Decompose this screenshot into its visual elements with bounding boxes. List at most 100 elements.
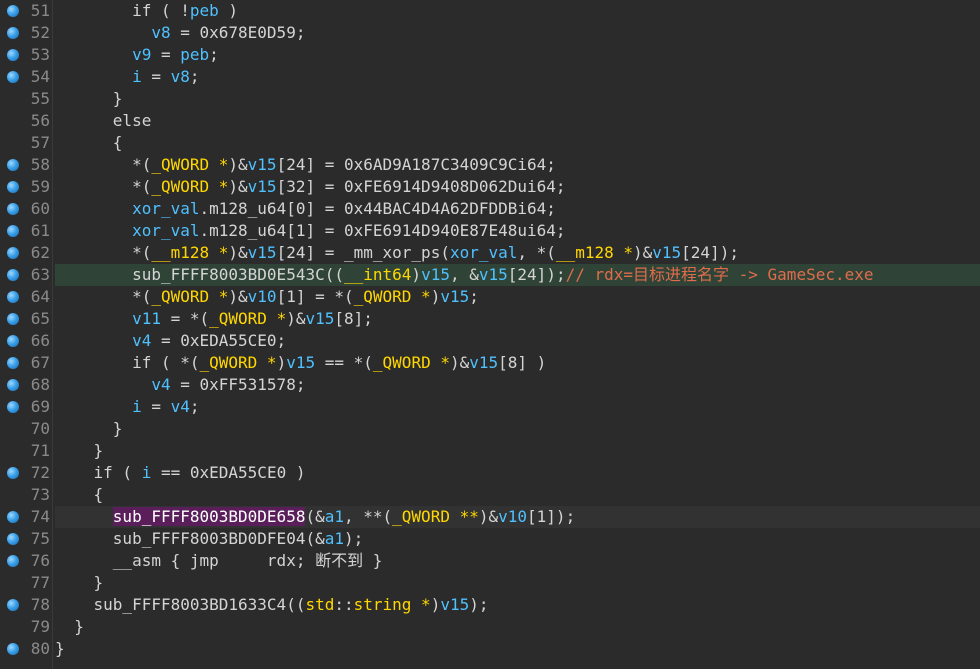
code-line[interactable]: 77 } — [0, 572, 980, 594]
line-code[interactable]: xor_val.m128_u64[0] = 0x44BAC4D4A62DFDDB… — [55, 198, 980, 220]
code-line[interactable]: 63 sub_FFFF8003BD0E543C((__int64)v15, &v… — [0, 264, 980, 286]
breakpoint-icon[interactable] — [7, 511, 19, 523]
breakpoint-icon[interactable] — [7, 357, 19, 369]
code-line[interactable]: 60 xor_val.m128_u64[0] = 0x44BAC4D4A62DF… — [0, 198, 980, 220]
breakpoint-icon[interactable] — [7, 313, 19, 325]
breakpoint-icon[interactable] — [7, 643, 19, 655]
code-line[interactable]: 64 *(_QWORD *)&v10[1] = *(_QWORD *)v15; — [0, 286, 980, 308]
line-code[interactable]: if ( !peb ) — [55, 0, 980, 22]
code-token: :: — [334, 595, 354, 614]
code-line[interactable]: 76 __asm { jmp rdx; 断不到 } — [0, 550, 980, 572]
breakpoint-icon[interactable] — [7, 401, 19, 413]
line-code[interactable]: v8 = 0x678E0D59; — [55, 22, 980, 44]
line-code[interactable]: if ( i == 0xEDA55CE0 ) — [55, 462, 980, 484]
line-number: 59 — [30, 177, 50, 196]
code-token: { — [55, 485, 104, 504]
breakpoint-icon[interactable] — [7, 291, 19, 303]
line-code[interactable]: } — [55, 440, 980, 462]
line-code[interactable]: i = v8; — [55, 66, 980, 88]
breakpoint-icon[interactable] — [7, 203, 19, 215]
line-code[interactable]: else — [55, 110, 980, 132]
code-token: _QWORD * — [209, 309, 287, 328]
line-code[interactable]: sub_FFFF8003BD1633C4((std::string *)v15)… — [55, 594, 980, 616]
code-line[interactable]: 55 } — [0, 88, 980, 110]
line-number: 66 — [30, 331, 50, 350]
code-token: _QWORD * — [199, 353, 277, 372]
line-code[interactable]: } — [55, 572, 980, 594]
line-code[interactable]: __asm { jmp rdx; 断不到 } — [55, 550, 980, 572]
code-line[interactable]: 52 v8 = 0x678E0D59; — [0, 22, 980, 44]
breakpoint-icon[interactable] — [7, 533, 19, 545]
breakpoint-icon[interactable] — [7, 27, 19, 39]
line-code[interactable]: v9 = peb; — [55, 44, 980, 66]
line-code[interactable]: { — [55, 132, 980, 154]
breakpoint-icon[interactable] — [7, 247, 19, 259]
line-code[interactable]: xor_val.m128_u64[1] = 0xFE6914D940E87E48… — [55, 220, 980, 242]
code-token: i — [141, 463, 152, 482]
breakpoint-icon[interactable] — [7, 5, 19, 17]
code-token: __m128 * — [555, 243, 633, 262]
line-code[interactable]: i = v4; — [55, 396, 980, 418]
line-code[interactable]: } — [55, 88, 980, 110]
code-line[interactable]: 65 v11 = *(_QWORD *)&v15[8]; — [0, 308, 980, 330]
line-code[interactable]: } — [55, 418, 980, 440]
line-code[interactable]: } — [55, 616, 980, 638]
line-code[interactable]: *(_QWORD *)&v10[1] = *(_QWORD *)v15; — [55, 286, 980, 308]
code-line[interactable]: 58 *(_QWORD *)&v15[24] = 0x6AD9A187C3409… — [0, 154, 980, 176]
code-line[interactable]: 57 { — [0, 132, 980, 154]
line-code[interactable]: { — [55, 484, 980, 506]
code-line[interactable]: 71 } — [0, 440, 980, 462]
code-line[interactable]: 54 i = v8; — [0, 66, 980, 88]
breakpoint-icon[interactable] — [7, 335, 19, 347]
code-line[interactable]: 51 if ( !peb ) — [0, 0, 980, 22]
code-token: else — [55, 111, 152, 130]
code-line[interactable]: 69 i = v4; — [0, 396, 980, 418]
line-code[interactable]: v11 = *(_QWORD *)&v15[8]; — [55, 308, 980, 330]
code-token: v10 — [498, 507, 528, 526]
code-line[interactable]: 72 if ( i == 0xEDA55CE0 ) — [0, 462, 980, 484]
breakpoint-icon[interactable] — [7, 379, 19, 391]
line-code[interactable]: v4 = 0xFF531578; — [55, 374, 980, 396]
breakpoint-icon[interactable] — [7, 555, 19, 567]
line-code[interactable]: if ( *(_QWORD *)v15 == *(_QWORD *)&v15[8… — [55, 352, 980, 374]
breakpoint-icon[interactable] — [7, 599, 19, 611]
code-line[interactable]: 74 sub_FFFF8003BD0DE658(&a1, **(_QWORD *… — [0, 506, 980, 528]
code-line[interactable]: 59 *(_QWORD *)&v15[32] = 0xFE6914D9408D0… — [0, 176, 980, 198]
code-line[interactable]: 68 v4 = 0xFF531578; — [0, 374, 980, 396]
breakpoint-icon[interactable] — [7, 269, 19, 281]
code-editor[interactable]: 51 if ( !peb ) 52 v8 = 0x678E0D59; 53 v9 =… — [0, 0, 980, 669]
line-code[interactable]: } — [55, 638, 980, 660]
code-token: { — [55, 133, 123, 152]
breakpoint-icon[interactable] — [7, 159, 19, 171]
code-line[interactable]: 78 sub_FFFF8003BD1633C4((std::string *)v… — [0, 594, 980, 616]
line-number: 79 — [30, 617, 50, 636]
code-line[interactable]: 70 } — [0, 418, 980, 440]
line-code[interactable]: sub_FFFF8003BD0DFE04(&a1); — [55, 528, 980, 550]
code-line[interactable]: 79 } — [0, 616, 980, 638]
code-line[interactable]: 80} — [0, 638, 980, 660]
line-code[interactable]: *(_QWORD *)&v15[24] = 0x6AD9A187C3409C9C… — [55, 154, 980, 176]
code-token: )& — [228, 243, 248, 262]
code-line[interactable]: 73 { — [0, 484, 980, 506]
code-token: v8 — [170, 67, 190, 86]
line-code[interactable]: sub_FFFF8003BD0E543C((__int64)v15, &v15[… — [55, 264, 980, 286]
code-line[interactable]: 62 *(__m128 *)&v15[24] = _mm_xor_ps(xor_… — [0, 242, 980, 264]
code-line[interactable]: 61 xor_val.m128_u64[1] = 0xFE6914D940E87… — [0, 220, 980, 242]
code-token: ); — [343, 529, 364, 548]
line-code[interactable]: *(__m128 *)&v15[24] = _mm_xor_ps(xor_val… — [55, 242, 980, 264]
breakpoint-icon[interactable] — [7, 467, 19, 479]
line-code[interactable]: v4 = 0xEDA55CE0; — [55, 330, 980, 352]
code-line[interactable]: 56 else — [0, 110, 980, 132]
code-line[interactable]: 67 if ( *(_QWORD *)v15 == *(_QWORD *)&v1… — [0, 352, 980, 374]
line-code[interactable]: *(_QWORD *)&v15[32] = 0xFE6914D9408D062D… — [55, 176, 980, 198]
breakpoint-icon[interactable] — [7, 71, 19, 83]
breakpoint-icon[interactable] — [7, 181, 19, 193]
code-line[interactable]: 66 v4 = 0xEDA55CE0; — [0, 330, 980, 352]
code-line[interactable]: 53 v9 = peb; — [0, 44, 980, 66]
code-token: } — [55, 419, 123, 438]
code-line[interactable]: 75 sub_FFFF8003BD0DFE04(&a1); — [0, 528, 980, 550]
breakpoint-icon[interactable] — [7, 225, 19, 237]
line-code[interactable]: sub_FFFF8003BD0DE658(&a1, **(_QWORD **)&… — [55, 506, 980, 528]
breakpoint-icon[interactable] — [7, 49, 19, 61]
